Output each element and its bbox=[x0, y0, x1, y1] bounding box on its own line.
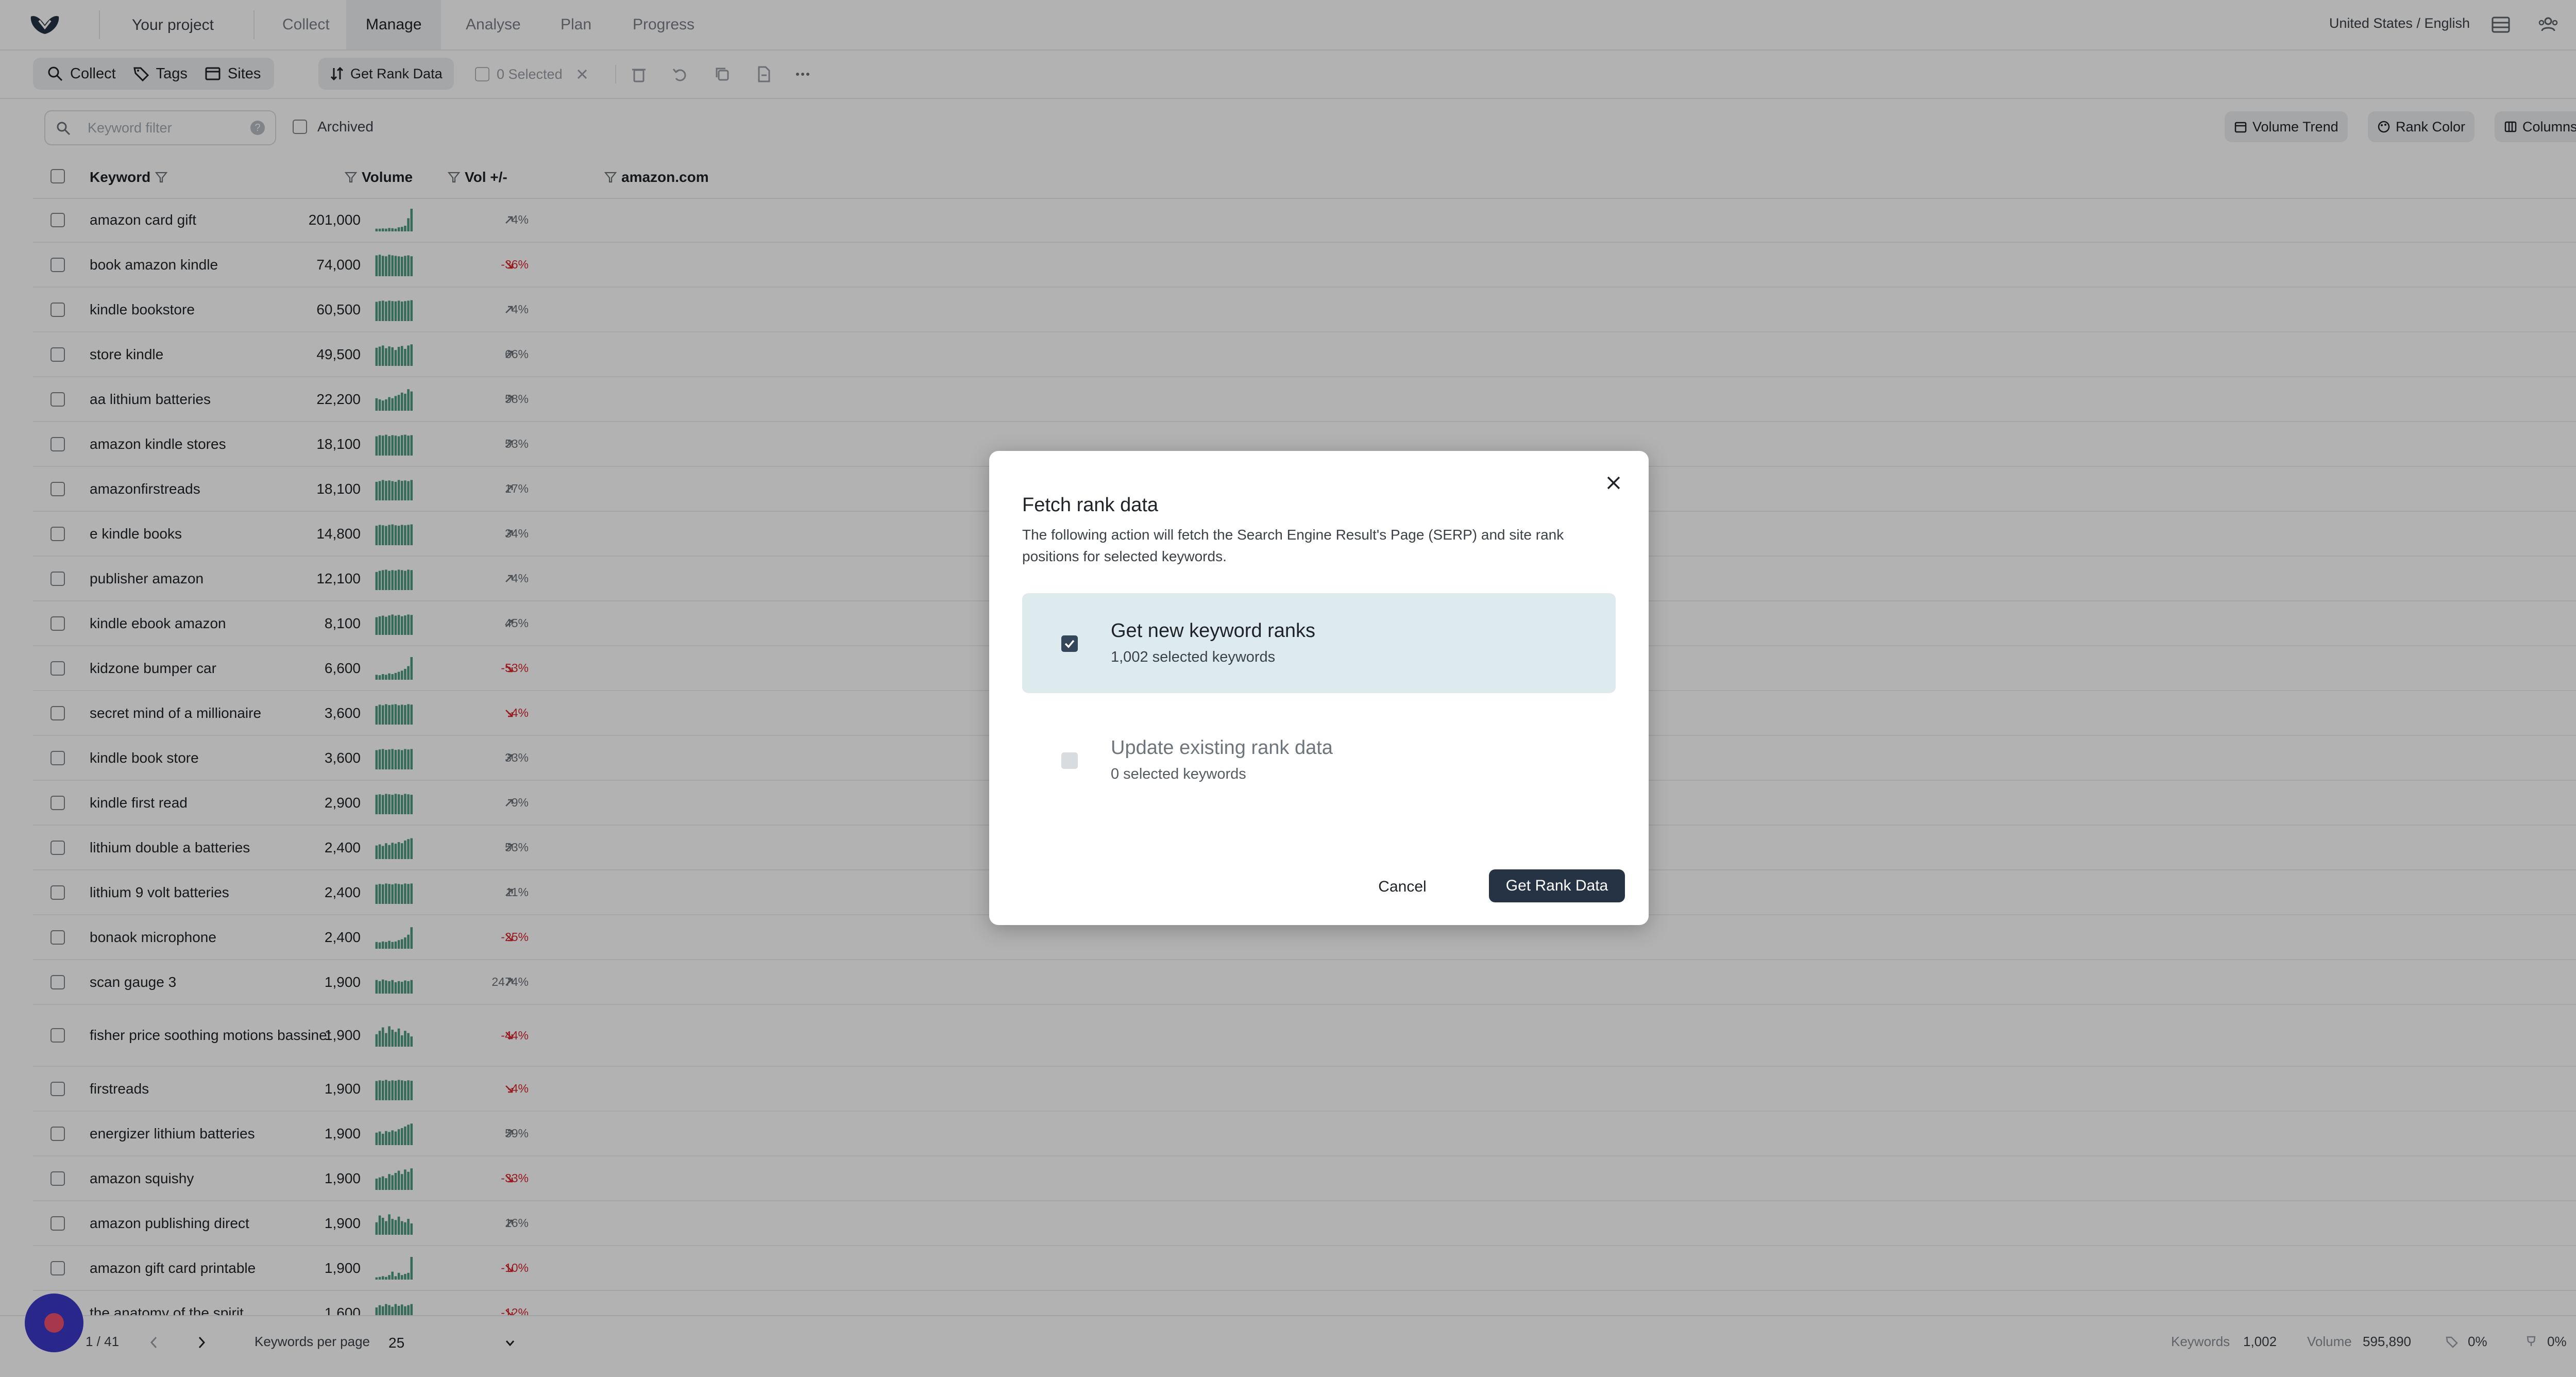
option-title: Get new keyword ranks bbox=[1111, 620, 1316, 642]
dialog-title: Fetch rank data bbox=[1022, 494, 1159, 516]
app-root: Your project Collect Manage Analyse Plan… bbox=[0, 0, 2576, 1377]
get-rank-data-submit-button[interactable]: Get Rank Data bbox=[1489, 869, 1625, 902]
close-icon[interactable] bbox=[1603, 473, 1624, 493]
cancel-button[interactable]: Cancel bbox=[1364, 870, 1440, 903]
option-checkbox-checked[interactable] bbox=[1061, 635, 1078, 652]
option-title: Update existing rank data bbox=[1111, 737, 1333, 759]
fetch-rank-data-dialog: Fetch rank data The following action wil… bbox=[989, 451, 1649, 925]
option-get-new-ranks[interactable]: Get new keyword ranks 1,002 selected key… bbox=[1022, 593, 1616, 693]
check-icon bbox=[1064, 640, 1075, 648]
option-checkbox-disabled[interactable] bbox=[1061, 752, 1078, 769]
dialog-description: The following action will fetch the Sear… bbox=[1022, 527, 1564, 564]
option-subtitle: 0 selected keywords bbox=[1111, 766, 1246, 782]
option-subtitle: 1,002 selected keywords bbox=[1111, 649, 1276, 665]
option-update-existing[interactable]: Update existing rank data 0 selected key… bbox=[1022, 710, 1616, 810]
